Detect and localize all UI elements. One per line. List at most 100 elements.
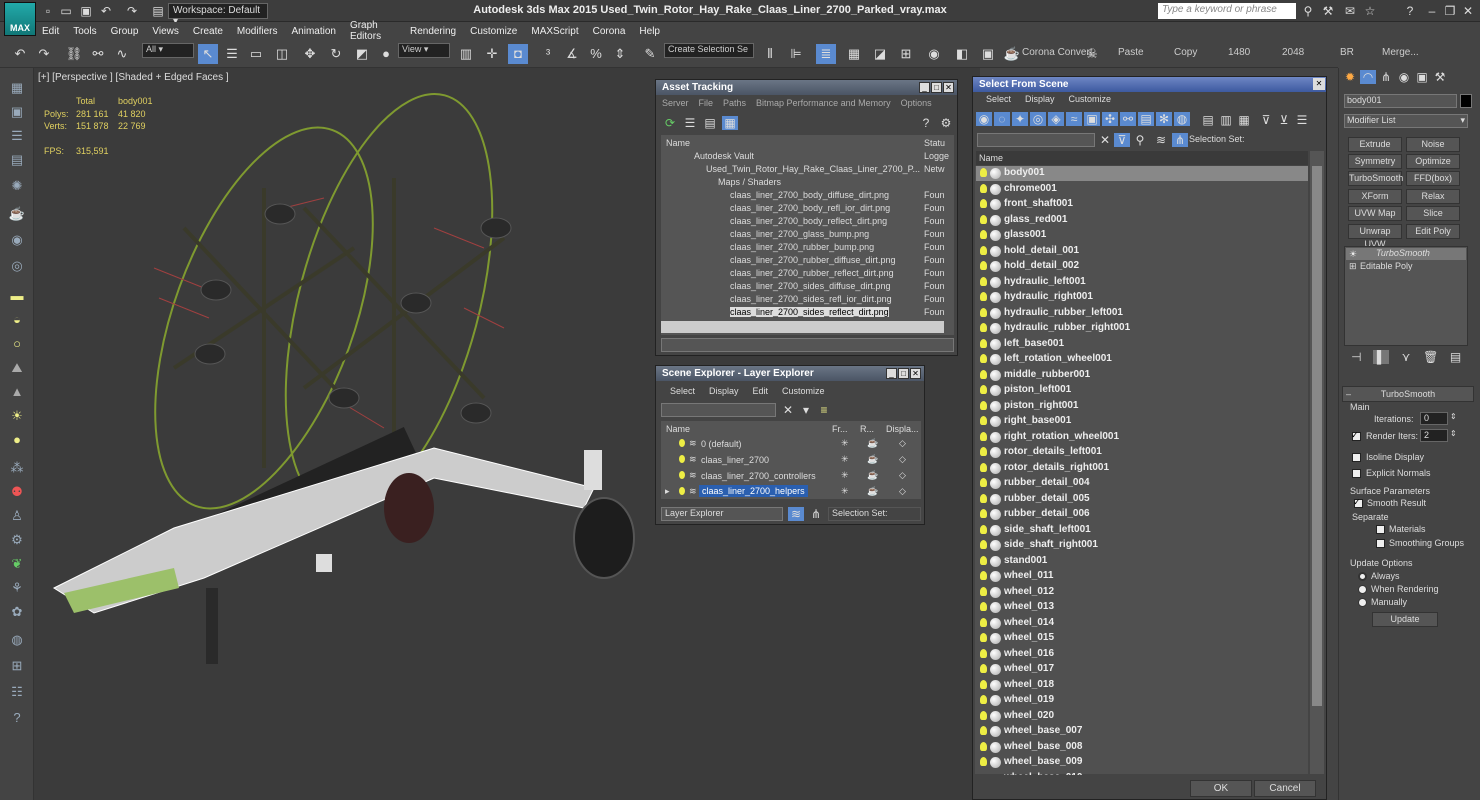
menu-customize[interactable]: Customize [470,26,517,37]
bones-tool-icon[interactable]: ⚉ [7,482,27,502]
refresh-icon[interactable]: ⟳ [662,116,678,130]
list-tool-icon[interactable]: ☰ [7,126,27,146]
sphere-tool-icon[interactable]: ◉ [7,230,27,250]
freeze-icon[interactable]: ✳ [841,454,849,465]
percent-snap-icon[interactable]: % [586,44,606,64]
light-bulb-icon[interactable] [980,555,987,565]
expand-arrow-icon[interactable]: ▸ [665,486,670,497]
rendered-frame-window-icon[interactable]: ▣ [978,44,998,64]
light-bulb-icon[interactable] [980,292,987,301]
list-item[interactable]: wheel_014 [976,616,1308,631]
minimize-icon[interactable]: _ [919,82,930,93]
list-item[interactable]: hold_detail_002 [976,259,1308,274]
list-item[interactable]: rotor_details_left001 [976,445,1308,460]
light-bulb-icon[interactable] [980,602,987,611]
light-bulb-icon[interactable] [980,664,987,673]
object-color-swatch[interactable] [1460,94,1472,108]
light-bulb-icon[interactable] [679,471,685,479]
list-item[interactable]: hold_detail_001 [976,244,1308,259]
toggle-ribbon-icon[interactable]: ▦ [844,44,864,64]
shapes-filter-icon[interactable]: ◌ [994,112,1010,126]
list-item[interactable]: body001 [976,166,1308,181]
modify-tab-icon[interactable]: ◠ [1360,70,1376,84]
menu-rendering[interactable]: Rendering [410,26,456,37]
pivot-center-icon[interactable]: ▥ [456,44,476,64]
create-tab-icon[interactable]: ✹ [1342,70,1358,84]
favorites-icon[interactable]: ☆ [1362,4,1378,18]
curve-editor-icon[interactable]: ◪ [870,44,890,64]
asset-row[interactable]: claas_liner_2700_body_diffuse_dirt.png [730,190,889,200]
list-item[interactable]: left_rotation_wheel001 [976,352,1308,367]
select-object-icon[interactable]: ↖ [198,44,218,64]
teapot-tool-icon[interactable]: ☕ [7,204,27,224]
light-bulb-icon[interactable] [980,354,987,363]
reference-coordinate-dropdown[interactable]: View ▾ [398,43,450,58]
menu-maxscript[interactable]: MAXScript [531,26,578,37]
light-bulb-icon[interactable] [679,487,685,495]
bind-space-warp-icon[interactable]: ∿ [112,44,132,64]
light-bulb-icon[interactable] [980,741,987,751]
help-icon[interactable]: ? [7,708,27,728]
motion-tab-icon[interactable]: ◉ [1396,70,1412,84]
cancel-button[interactable]: Cancel [1254,780,1316,797]
menu-views[interactable]: Views [152,26,179,37]
pin-stack-icon[interactable]: ⊣ [1348,350,1364,364]
turbosmooth-button[interactable]: TurboSmooth [1348,171,1403,186]
menu-modifiers[interactable]: Modifiers [237,26,278,37]
se-col-name[interactable]: Name [666,424,690,434]
ok-button[interactable]: OK [1190,780,1252,797]
light-bulb-icon[interactable] [980,183,987,193]
asset-horizontal-scrollbar[interactable] [661,321,944,333]
geometry-filter-icon[interactable]: ◉ [976,112,992,126]
list-item[interactable]: rotor_details_right001 [976,461,1308,476]
list-item[interactable]: wheel_013 [976,600,1308,615]
light-bulb-icon[interactable] [980,586,987,596]
light-bulb-icon[interactable] [980,726,987,735]
sfs-selection-set-label[interactable]: Selection Set: [1189,134,1245,144]
window-crossing-icon[interactable]: ◫ [272,44,292,64]
find-icon[interactable]: ⚲ [1132,133,1148,147]
xform-button[interactable]: XForm [1348,189,1402,204]
table-view-icon[interactable]: ▦ [722,116,738,130]
render-teapot-icon[interactable]: ☕ [867,438,878,449]
list-item[interactable]: rubber_detail_004 [976,476,1308,491]
selection-filter-dropdown[interactable]: All ▾ [142,43,194,58]
light-bulb-icon[interactable]: ☀ [1349,249,1357,260]
at-menu-file[interactable]: File [699,98,714,108]
list-item[interactable]: wheel_019 [976,693,1308,708]
layer-toggle-icon[interactable]: ≋ [788,507,804,521]
light-bulb-icon[interactable] [980,710,987,720]
light-bulb-icon[interactable] [980,509,987,518]
list-item[interactable]: piston_right001 [976,399,1308,414]
close-icon[interactable]: ✕ [1313,78,1325,90]
circle-tool-icon[interactable]: ○ [7,334,27,354]
asset-row[interactable]: Maps / Shaders [718,177,781,187]
dome-tool-icon[interactable]: ◒ [7,310,27,330]
extrude-button[interactable]: Extrude [1348,137,1402,152]
list-item[interactable]: wheel_018 [976,678,1308,693]
align-icon[interactable]: ⊫ [786,44,806,64]
minimize-icon[interactable]: _ [886,368,897,379]
angle-snap-icon[interactable]: ∡ [562,44,582,64]
menu-create[interactable]: Create [193,26,223,37]
light-bulb-icon[interactable] [980,431,987,441]
at-col-name[interactable]: Name [666,138,690,148]
rectangular-selection-icon[interactable]: ▭ [246,44,266,64]
help-icon[interactable]: ? [918,116,934,130]
maximize-icon[interactable]: □ [898,368,909,379]
update-button[interactable]: Update [1372,612,1438,627]
at-menu-server[interactable]: Server [662,98,689,108]
asset-row[interactable]: claas_liner_2700_rubber_diffuse_dirt.png [730,255,895,265]
light-bulb-icon[interactable] [980,276,987,286]
light-bulb-icon[interactable] [980,416,987,425]
resolution-width-button[interactable]: 1480 [1228,47,1250,58]
menu-corona[interactable]: Corona [593,26,626,37]
light-bulb-icon[interactable] [980,571,987,580]
display-invert-icon[interactable]: ▦ [1236,113,1252,127]
display-box-icon[interactable]: ◇ [899,438,906,449]
list-item[interactable]: wheel_017 [976,662,1308,677]
camera-tool-icon[interactable]: ◎ [7,256,27,276]
groups-filter-icon[interactable]: ▣ [1084,112,1100,126]
placement-icon[interactable]: ● [376,44,396,64]
br-button[interactable]: BR [1340,47,1354,58]
